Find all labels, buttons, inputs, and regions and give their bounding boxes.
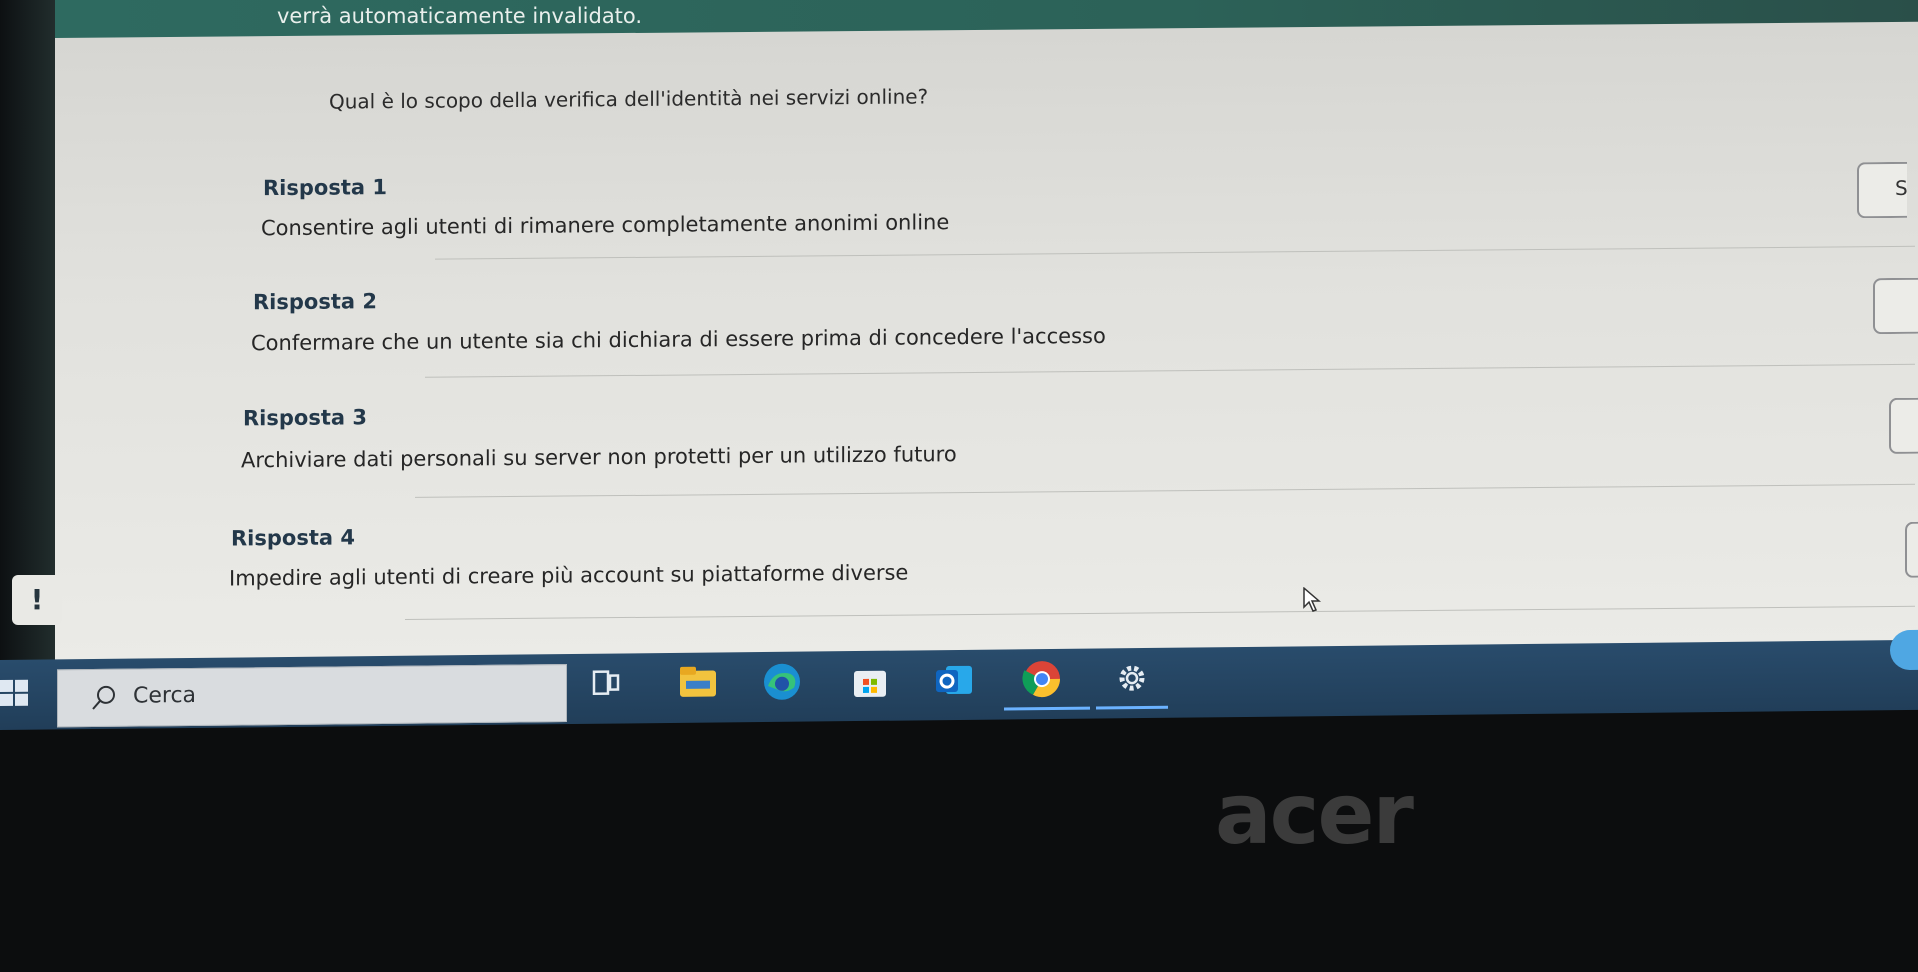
system-tray-edge xyxy=(1890,629,1918,671)
answer-2-text: Confermare che un utente sia chi dichiar… xyxy=(251,323,1106,356)
taskbar-search[interactable]: Cerca xyxy=(57,664,567,728)
settings-icon[interactable] xyxy=(1110,656,1154,700)
active-app-indicator xyxy=(1096,705,1168,710)
mouse-cursor-icon xyxy=(1303,586,1322,612)
answer-1-text: Consentire agli utenti di rimanere compl… xyxy=(261,210,950,241)
answer-3-text: Archiviare dati personali su server non … xyxy=(241,442,957,473)
divider xyxy=(435,245,1915,260)
answer-1-select-value: S xyxy=(1895,175,1908,200)
search-placeholder: Cerca xyxy=(133,682,197,709)
answer-2-label: Risposta 2 xyxy=(253,289,377,315)
answer-1-select[interactable]: S xyxy=(1857,161,1908,219)
acer-logo: acer xyxy=(1215,765,1414,863)
divider xyxy=(415,483,1915,498)
question-text: Qual è lo scopo della verifica dell'iden… xyxy=(329,84,929,114)
answer-1-label: Risposta 1 xyxy=(263,175,387,201)
banner-text: verrà automaticamente invalidato. xyxy=(277,4,643,28)
task-view-icon[interactable] xyxy=(586,661,630,705)
windows-start-icon[interactable] xyxy=(0,679,32,710)
answer-4-select[interactable] xyxy=(1905,521,1918,578)
alert-icon[interactable]: ! xyxy=(12,575,62,625)
chrome-icon[interactable] xyxy=(1020,657,1064,701)
answer-4-label: Risposta 4 xyxy=(231,525,355,551)
answer-3-select[interactable] xyxy=(1889,397,1918,454)
outlook-icon[interactable] xyxy=(932,658,976,702)
edge-icon[interactable] xyxy=(760,660,804,704)
divider xyxy=(405,605,1915,620)
divider xyxy=(425,363,1915,378)
file-explorer-icon[interactable] xyxy=(676,660,720,704)
answer-4-text: Impedire agli utenti di creare più accou… xyxy=(229,560,909,591)
store-icon[interactable] xyxy=(848,659,892,703)
active-app-indicator xyxy=(1004,706,1090,711)
answer-2-select[interactable] xyxy=(1873,277,1918,335)
search-icon xyxy=(92,685,115,710)
answer-3-label: Risposta 3 xyxy=(243,405,367,431)
quiz-panel: Qual è lo scopo della verifica dell'iden… xyxy=(55,21,1918,661)
